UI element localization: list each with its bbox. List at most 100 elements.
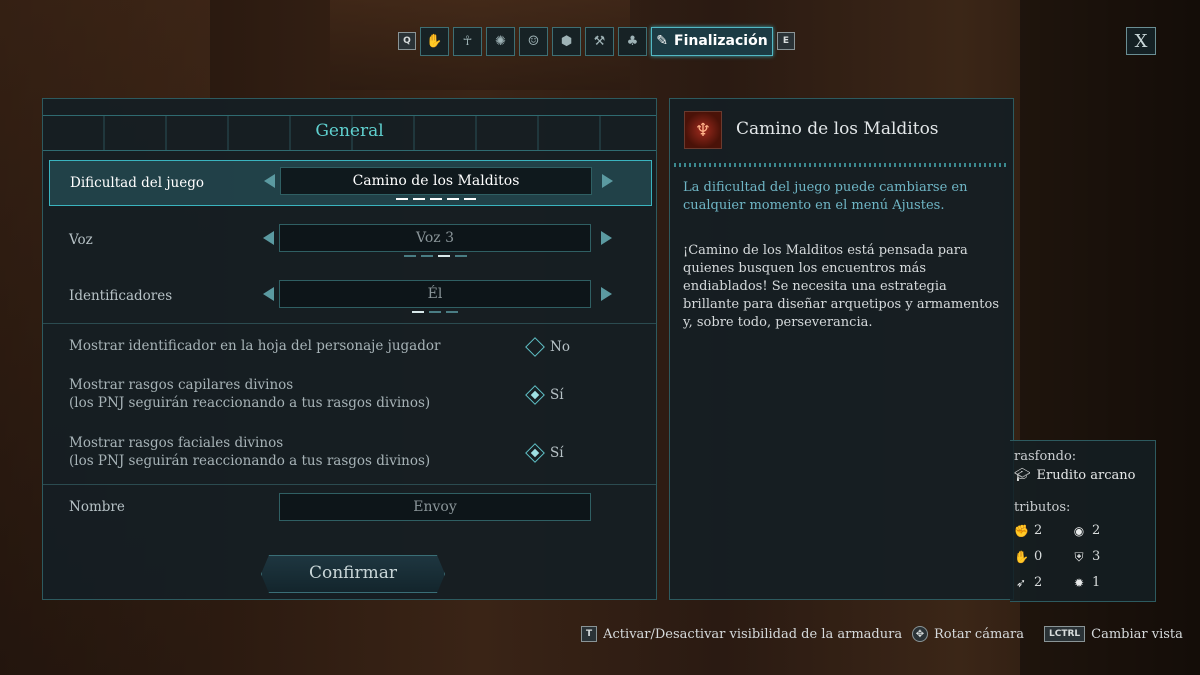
- voice-value: Voz 3: [279, 224, 591, 252]
- show-face-toggle[interactable]: Sí: [525, 443, 564, 463]
- attribute-strength: ✊ 2: [1014, 523, 1042, 538]
- resolve-icon: ⛨: [1074, 549, 1084, 564]
- pip: [413, 198, 425, 200]
- pip: [464, 198, 476, 200]
- attribute-mind: ✹ 1: [1072, 575, 1100, 590]
- identifiers-prev-arrow-icon[interactable]: [263, 287, 274, 301]
- info-description: ¡Camino de los Malditos está pensada par…: [683, 243, 999, 330]
- key-badge: LCTRL: [1044, 626, 1086, 642]
- quill-icon: ✎: [656, 33, 669, 49]
- background-entry: 🎓︎ Erudito arcano: [1014, 468, 1135, 483]
- shield-icon: ⬢: [560, 33, 573, 49]
- tab-background[interactable]: ✋: [420, 26, 449, 56]
- difficulty-pips: [280, 198, 592, 200]
- difficulty-next-arrow-icon[interactable]: [602, 174, 613, 188]
- difficulty-info-panel: ♆ Camino de los Malditos La dificultad d…: [669, 98, 1014, 600]
- hint-toggle-armor[interactable]: T Activar/Desactivar visibilidad de la a…: [581, 626, 902, 642]
- identifiers-row[interactable]: Identificadores Él: [49, 274, 652, 320]
- tools-icon: ⚒: [593, 33, 606, 49]
- pip: [429, 311, 441, 313]
- identifiers-value: Él: [279, 280, 591, 308]
- tab-finalization[interactable]: ✎ Finalización: [651, 26, 773, 56]
- mind-icon: ✹: [1073, 575, 1085, 590]
- attribute-value: 2: [1034, 575, 1043, 590]
- key-badge: T: [581, 626, 598, 642]
- difficulty-row[interactable]: Dificultad del juego Camino de los Maldi…: [49, 160, 652, 206]
- panel-title: General: [315, 121, 384, 141]
- diamond-checkbox-icon: [525, 385, 545, 405]
- attribute-perception: ◉ 2: [1072, 523, 1101, 538]
- body-icon: ☥: [462, 33, 473, 49]
- difficulty-label: Dificultad del juego: [70, 175, 205, 191]
- show-face-value: Sí: [550, 445, 564, 461]
- graduation-cap-icon: 🎓︎: [1014, 468, 1031, 483]
- voice-label: Voz: [69, 232, 93, 248]
- mask-icon: ☺: [527, 33, 540, 49]
- attribute-value: 2: [1034, 523, 1043, 538]
- perception-icon: ◉: [1073, 523, 1085, 538]
- section-divider: [43, 484, 656, 485]
- hint-rotate-camera[interactable]: ✥ Rotar cámara: [912, 626, 1024, 642]
- character-summary-panel: rasfondo: 🎓︎ Erudito arcano tributos: ✊ 2…: [1010, 440, 1156, 602]
- pip: [396, 198, 408, 200]
- diamond-checkbox-icon: [525, 443, 545, 463]
- difficulty-icon: ♆: [684, 111, 722, 149]
- hint-change-view[interactable]: LCTRL Cambiar vista: [1044, 626, 1183, 642]
- identifiers-label: Identificadores: [69, 288, 173, 304]
- pip: [446, 311, 458, 313]
- identifiers-pips: [279, 311, 591, 313]
- name-input[interactable]: Envoy: [279, 493, 591, 521]
- diamond-checkbox-icon: [525, 337, 545, 357]
- tab-hair[interactable]: ♣: [618, 26, 647, 56]
- attribute-value: 2: [1092, 523, 1101, 538]
- show-identifier-value: No: [550, 339, 570, 355]
- pip: [403, 255, 416, 257]
- info-note: La dificultad del juego puede cambiarse …: [683, 180, 968, 213]
- difficulty-prev-arrow-icon[interactable]: [264, 174, 275, 188]
- name-label: Nombre: [69, 499, 125, 515]
- voice-pips: [279, 255, 591, 257]
- attribute-resolve: ⛨ 3: [1072, 549, 1100, 564]
- identifiers-next-arrow-icon[interactable]: [601, 287, 612, 301]
- voice-next-arrow-icon[interactable]: [601, 231, 612, 245]
- tab-face[interactable]: ☺: [519, 26, 548, 56]
- attribute-value: 1: [1092, 575, 1101, 590]
- show-identifier-toggle[interactable]: No: [525, 337, 570, 357]
- hair-icon: ♣: [626, 33, 639, 49]
- dexterity-icon: ✋: [1014, 549, 1029, 564]
- hint-label: Rotar cámara: [934, 626, 1025, 642]
- attribute-value: 0: [1034, 549, 1043, 564]
- prev-tab-key[interactable]: Q: [398, 32, 416, 50]
- hand-icon: ✋: [426, 33, 443, 49]
- pip: [454, 255, 467, 257]
- section-divider: [43, 323, 656, 324]
- info-title: Camino de los Malditos: [736, 119, 939, 139]
- difficulty-value: Camino de los Malditos: [280, 167, 592, 195]
- hint-label: Cambiar vista: [1091, 626, 1183, 642]
- background-value: Erudito arcano: [1036, 468, 1136, 483]
- swirl-icon: ✺: [495, 33, 506, 49]
- attribute-agility: ➶ 2: [1014, 575, 1042, 590]
- attribute-value: 3: [1092, 549, 1101, 564]
- attributes-heading: tributos:: [1014, 500, 1071, 515]
- next-tab-key[interactable]: E: [777, 32, 795, 50]
- tab-attributes[interactable]: ✺: [486, 26, 515, 56]
- pip: [437, 255, 450, 257]
- confirm-button[interactable]: Confirmar: [261, 555, 445, 593]
- info-separator: [674, 163, 1009, 167]
- voice-row[interactable]: Voz Voz 3: [49, 218, 652, 264]
- show-hair-toggle[interactable]: Sí: [525, 385, 564, 405]
- close-button[interactable]: X: [1126, 27, 1156, 55]
- show-hair-value: Sí: [550, 387, 564, 403]
- tab-finalization-label: Finalización: [674, 33, 768, 49]
- tab-body[interactable]: ☥: [453, 26, 482, 56]
- pip: [420, 255, 433, 257]
- tab-traits[interactable]: ⬢: [552, 26, 581, 56]
- tab-skills[interactable]: ⚒: [585, 26, 614, 56]
- hint-label: Activar/Desactivar visibilidad de la arm…: [603, 626, 903, 642]
- voice-prev-arrow-icon[interactable]: [263, 231, 274, 245]
- pip: [447, 198, 459, 200]
- pip: [430, 198, 442, 200]
- pip: [412, 311, 424, 313]
- tab-bar: Q ✋ ☥ ✺ ☺ ⬢ ⚒ ♣ ✎ Finalización E: [398, 26, 795, 56]
